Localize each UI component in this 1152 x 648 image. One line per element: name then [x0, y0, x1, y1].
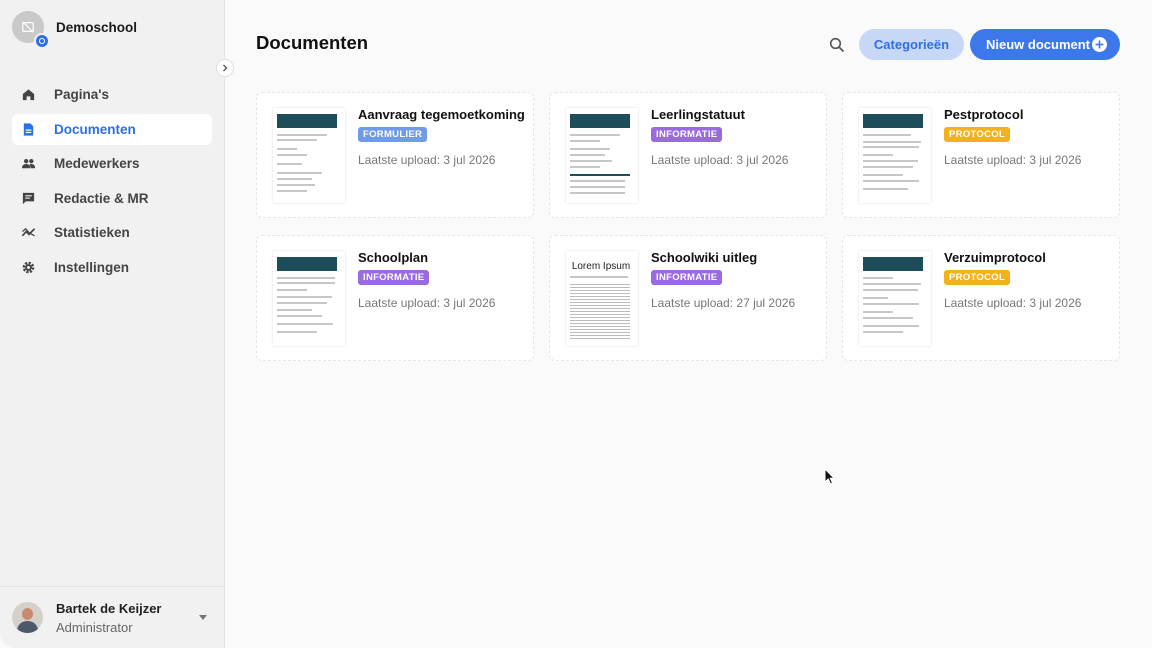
- document-grid: Aanvraag tegemoetkoming FORMULIER Laatst…: [256, 92, 1120, 362]
- category-badge: INFORMATIE: [651, 270, 723, 285]
- document-title: Leerlingstatuut: [651, 107, 745, 122]
- sidebar-item-label: Redactie & MR: [54, 190, 149, 206]
- document-thumbnail: [859, 251, 931, 346]
- document-upload-date: Laatste upload: 3 jul 2026: [358, 296, 496, 310]
- new-document-label: Nieuw document: [986, 37, 1091, 52]
- categories-button[interactable]: Categorieën: [859, 29, 964, 60]
- document-thumbnail: [859, 108, 931, 203]
- chat-icon: [20, 190, 36, 206]
- new-document-button[interactable]: Nieuw document: [970, 29, 1120, 60]
- sidebar-toggle-button[interactable]: [216, 59, 234, 77]
- document-title: Pestprotocol: [944, 107, 1024, 122]
- sidebar-item-documenten[interactable]: Documenten: [12, 113, 212, 145]
- sidebar-item-label: Documenten: [54, 121, 136, 137]
- chevron-right-icon: [223, 64, 228, 72]
- trend-icon: [20, 225, 36, 241]
- caret-down-icon[interactable]: [199, 615, 207, 620]
- document-title: Aanvraag tegemoetkoming: [358, 107, 525, 122]
- category-badge: PROTOCOL: [944, 270, 1011, 285]
- category-badge: PROTOCOL: [944, 127, 1011, 142]
- document-title: Verzuimprotocol: [944, 250, 1046, 265]
- home-icon: [20, 87, 36, 103]
- document-card[interactable]: Lorem Ipsum Schoolwiki uitleg INFORMATIE…: [549, 235, 827, 361]
- sidebar-item-statistieken[interactable]: Statistieken: [12, 217, 212, 248]
- user-menu[interactable]: Bartek de Keijzer Administrator: [0, 586, 225, 648]
- sidebar-item-paginas[interactable]: Pagina's: [12, 79, 212, 110]
- school-name: Demoschool: [56, 19, 138, 35]
- plus-icon: [1092, 37, 1107, 52]
- sidebar-item-label: Pagina's: [54, 87, 109, 102]
- document-card[interactable]: Pestprotocol PROTOCOL Laatste upload: 3 …: [842, 92, 1120, 218]
- thumbnail-text: Lorem Ipsum: [571, 261, 631, 272]
- document-card[interactable]: Leerlingstatuut INFORMATIE Laatste uploa…: [549, 92, 827, 218]
- sidebar-nav: Pagina's Documenten Medewerkers Redactie…: [12, 79, 212, 286]
- search-icon: [829, 37, 845, 53]
- no-image-icon: [22, 21, 34, 33]
- document-title: Schoolwiki uitleg: [651, 250, 758, 265]
- document-icon: [20, 121, 36, 137]
- app-window: Demoschool Pagina's Documenten Medewerke…: [0, 0, 1152, 648]
- document-upload-date: Laatste upload: 3 jul 2026: [944, 296, 1082, 310]
- avatar: [12, 602, 43, 633]
- school-switcher[interactable]: Demoschool: [12, 10, 138, 49]
- document-upload-date: Laatste upload: 3 jul 2026: [358, 153, 496, 167]
- sidebar: Demoschool Pagina's Documenten Medewerke…: [0, 0, 225, 648]
- document-card[interactable]: Aanvraag tegemoetkoming FORMULIER Laatst…: [256, 92, 534, 218]
- document-upload-date: Laatste upload: 3 jul 2026: [944, 153, 1082, 167]
- sidebar-item-medewerkers[interactable]: Medewerkers: [12, 148, 212, 179]
- people-icon: [20, 156, 36, 172]
- document-title: Schoolplan: [358, 250, 429, 265]
- page-title: Documenten: [256, 32, 369, 53]
- category-badge: FORMULIER: [358, 127, 428, 142]
- category-badge: INFORMATIE: [651, 127, 723, 142]
- school-badge-icon: [34, 33, 50, 49]
- document-thumbnail: [273, 108, 345, 203]
- sidebar-item-label: Statistieken: [54, 225, 130, 240]
- sidebar-item-label: Medewerkers: [54, 156, 140, 171]
- mouse-cursor-icon: [824, 468, 835, 485]
- document-thumbnail: [273, 251, 345, 346]
- school-avatar: [12, 11, 50, 49]
- sidebar-item-label: Instellingen: [54, 259, 130, 275]
- sidebar-item-instellingen[interactable]: Instellingen: [12, 252, 212, 283]
- sidebar-item-redactie-mr[interactable]: Redactie & MR: [12, 183, 212, 214]
- gear-icon: [20, 259, 36, 275]
- user-name: Bartek de Keijzer: [56, 600, 162, 616]
- category-badge: INFORMATIE: [358, 270, 430, 285]
- document-thumbnail: [566, 108, 638, 203]
- document-upload-date: Laatste upload: 27 jul 2026: [651, 296, 796, 310]
- document-card[interactable]: Schoolplan INFORMATIE Laatste upload: 3 …: [256, 235, 534, 361]
- document-upload-date: Laatste upload: 3 jul 2026: [651, 153, 789, 167]
- user-role: Administrator: [56, 619, 133, 635]
- document-card[interactable]: Verzuimprotocol PROTOCOL Laatste upload:…: [842, 235, 1120, 361]
- document-thumbnail: Lorem Ipsum: [566, 251, 638, 346]
- search-button[interactable]: [827, 35, 847, 55]
